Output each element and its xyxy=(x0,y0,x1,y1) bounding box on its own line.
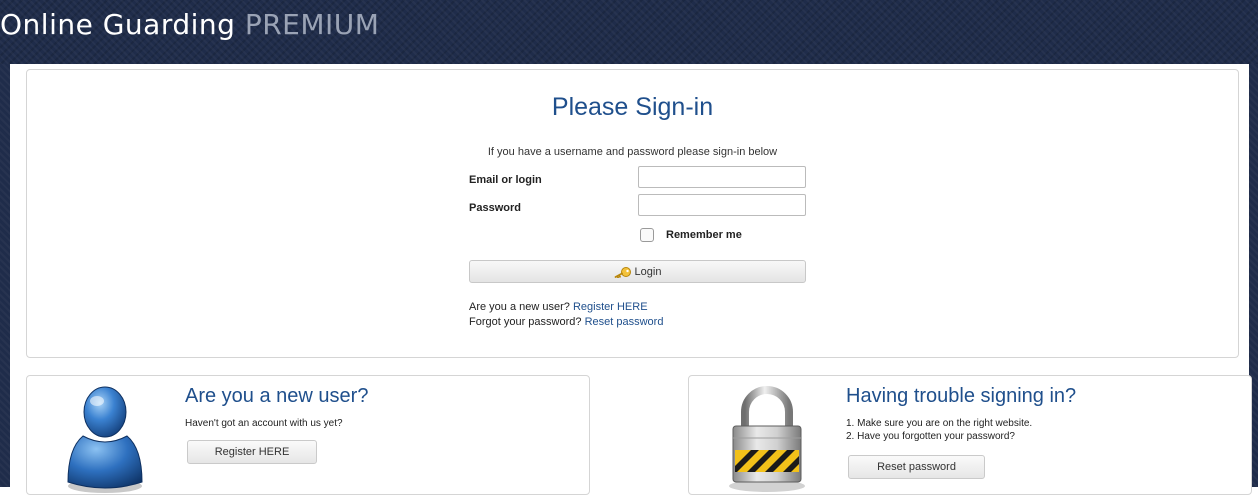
brand-tier: PREMIUM xyxy=(235,8,380,41)
padlock-icon xyxy=(725,382,809,499)
password-label: Password xyxy=(469,202,521,214)
email-label: Email or login xyxy=(469,174,542,186)
reset-password-link[interactable]: Reset password xyxy=(585,316,664,328)
new-user-card: Are you a new user? Haven't got an accou… xyxy=(26,375,590,495)
signin-panel: Please Sign-in If you have a username an… xyxy=(26,69,1239,358)
register-prompt: Are you a new user? Register HERE xyxy=(469,301,648,313)
trouble-signin-card: Having trouble signing in? 1. Make sure … xyxy=(688,375,1252,495)
reset-prompt-text: Forgot your password? xyxy=(469,316,582,328)
email-field[interactable] xyxy=(638,166,806,188)
brand-name: Online Guarding xyxy=(0,8,236,41)
reset-password-button[interactable]: Reset password xyxy=(848,455,985,479)
page-title: Please Sign-in xyxy=(551,93,714,121)
trouble-step-1: 1. Make sure you are on the right websit… xyxy=(846,418,1033,429)
key-icon xyxy=(614,266,631,278)
remember-me-checkbox[interactable] xyxy=(640,228,654,242)
trouble-title: Having trouble signing in? xyxy=(846,385,1077,407)
remember-me-label[interactable]: Remember me xyxy=(666,229,742,241)
register-button[interactable]: Register HERE xyxy=(187,440,317,464)
trouble-step-2: 2. Have you forgotten your password? xyxy=(846,431,1015,442)
page-border-left xyxy=(0,64,10,487)
user-silhouette-icon xyxy=(65,382,145,499)
new-user-text: Haven't got an account with us yet? xyxy=(185,418,343,429)
register-prompt-text: Are you a new user? xyxy=(469,301,570,313)
app-logo[interactable]: Online Guarding PREMIUM xyxy=(0,8,379,42)
login-button-label: Login xyxy=(634,265,662,278)
signin-intro-text: If you have a username and password plea… xyxy=(487,146,778,158)
reset-prompt: Forgot your password? Reset password xyxy=(469,316,663,328)
login-button[interactable]: Login xyxy=(469,260,806,283)
password-field[interactable] xyxy=(638,194,806,216)
new-user-title: Are you a new user? xyxy=(185,385,369,407)
app-header: Online Guarding PREMIUM xyxy=(0,0,1258,64)
register-link[interactable]: Register HERE xyxy=(573,301,648,313)
